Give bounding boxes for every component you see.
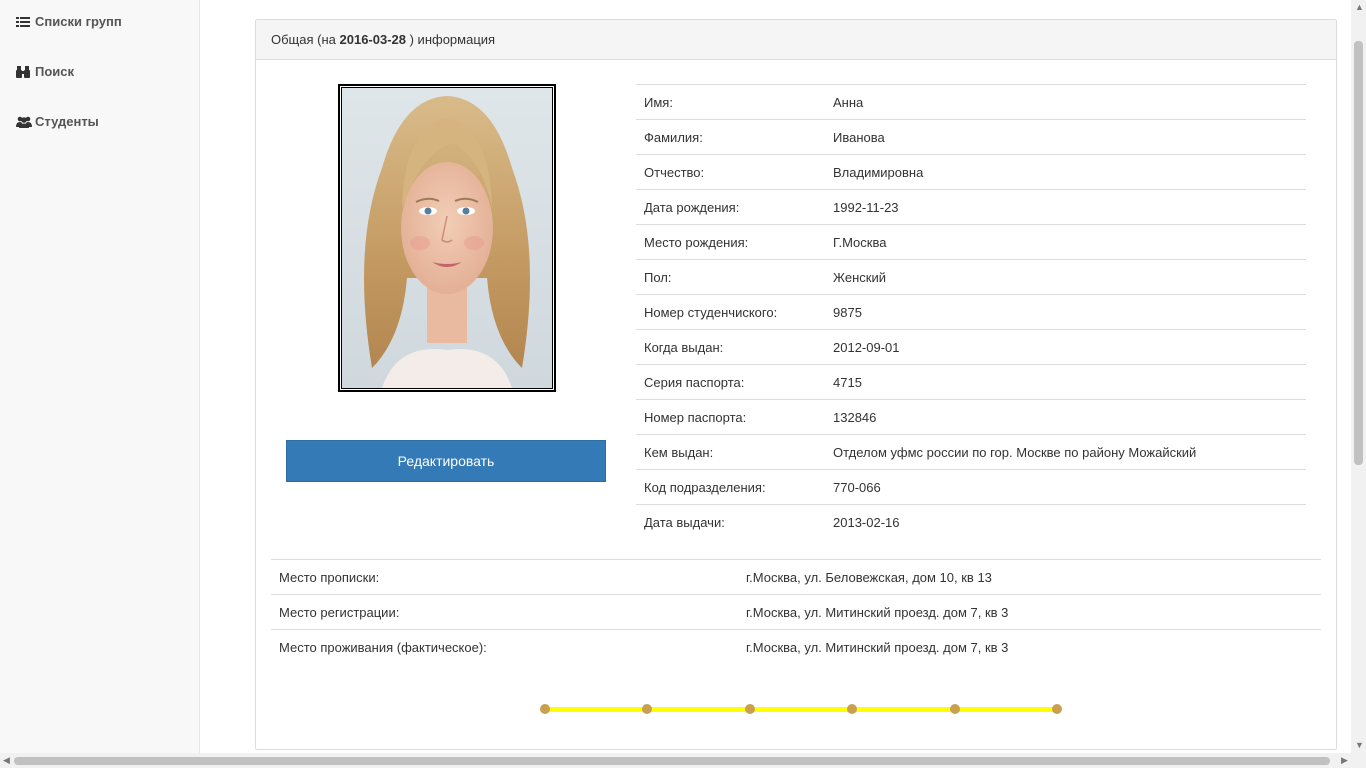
info-row: Пол: Женский [636,259,1306,295]
field-label: Пол: [636,259,825,295]
field-value: Отделом уфмс россии по гор. Москве по ра… [825,434,1306,470]
address-row: Место прописки: г.Москва, ул. Беловежская… [271,559,1321,595]
heading-date: 2016-03-28 [339,32,407,47]
field-value: 1992-11-23 [825,189,1306,225]
panel-heading: Общая (на 2016-03-28 ) информация [256,20,1336,60]
field-value: Женский [825,259,1306,295]
sidebar: Списки групп Поиск Студенты [0,0,200,753]
progress-timeline [540,704,1062,714]
field-label: Когда выдан: [636,329,825,365]
field-label: Серия паспорта: [636,364,825,400]
vertical-scrollbar[interactable]: ▲ ▼ [1351,0,1366,753]
sidebar-item-group-lists[interactable]: Списки групп [16,14,122,29]
field-label: Дата выдачи: [636,504,825,539]
info-row: Отчество: Владимировна [636,154,1306,190]
heading-suffix: ) информация [406,32,496,47]
progress-track [545,707,1057,712]
scroll-right-icon[interactable]: ▶ [1341,755,1348,766]
field-value: Г.Москва [825,224,1306,260]
scroll-down-icon[interactable]: ▼ [1355,740,1364,750]
field-label: Место проживания (фактическое): [271,629,738,664]
field-value: 2012-09-01 [825,329,1306,365]
general-info-panel: Общая (на 2016-03-28 ) информация Редакт… [255,19,1337,750]
field-label: Номер студенчиского: [636,294,825,330]
users-icon [16,115,32,129]
info-row: Место рождения: Г.Москва [636,224,1306,260]
info-row: Дата рождения: 1992-11-23 [636,189,1306,225]
scroll-up-icon[interactable]: ▲ [1355,2,1364,12]
horizontal-scrollbar[interactable]: ◀ ▶ [0,753,1366,768]
heading-prefix: Общая (на [271,32,340,47]
scroll-left-icon[interactable]: ◀ [3,755,10,766]
field-value: г.Москва, ул. Митинский проезд. дом 7, к… [738,594,1321,630]
progress-step[interactable] [847,704,858,714]
progress-step[interactable] [642,704,653,714]
field-value: г.Москва, ул. Беловежская, дом 10, кв 13 [738,559,1321,595]
info-row: Фамилия: Иванова [636,119,1306,155]
sidebar-item-label: Поиск [35,64,75,79]
info-row: Номер студенчиского: 9875 [636,294,1306,330]
address-row: Место регистрации: г.Москва, ул. Митински… [271,594,1321,630]
progress-step[interactable] [1052,704,1062,714]
field-label: Кем выдан: [636,434,825,470]
field-value: 9875 [825,294,1306,330]
sidebar-item-search[interactable]: Поиск [16,64,74,79]
field-label: Место прописки: [271,559,738,595]
progress-step[interactable] [540,704,550,714]
edit-button[interactable]: Редактировать [286,440,606,482]
info-row: Кем выдан: Отделом уфмс россии по гор. Мо… [636,434,1306,470]
field-value: Иванова [825,119,1306,155]
binoculars-icon [16,65,30,79]
sidebar-item-students[interactable]: Студенты [16,114,99,129]
horizontal-scroll-thumb[interactable] [14,757,1330,765]
field-label: Фамилия: [636,119,825,155]
info-row: Код подразделения: 770-066 [636,469,1306,505]
info-row: Когда выдан: 2012-09-01 [636,329,1306,365]
progress-step[interactable] [744,704,755,714]
info-row: Номер паспорта: 132846 [636,399,1306,435]
field-value: 132846 [825,399,1306,435]
info-row: Серия паспорта: 4715 [636,364,1306,400]
field-value: 2013-02-16 [825,504,1306,539]
field-value: 4715 [825,364,1306,400]
field-value: г.Москва, ул. Митинский проезд. дом 7, к… [738,629,1321,664]
field-label: Отчество: [636,154,825,190]
field-label: Номер паспорта: [636,399,825,435]
student-photo [338,84,556,392]
field-label: Дата рождения: [636,189,825,225]
list-icon [16,15,30,29]
field-value: Анна [825,84,1306,120]
sidebar-item-label: Списки групп [35,14,122,29]
field-value: Владимировна [825,154,1306,190]
field-label: Место рождения: [636,224,825,260]
field-label: Имя: [636,84,825,120]
vertical-scroll-thumb[interactable] [1354,41,1363,465]
sidebar-item-label: Студенты [35,114,99,129]
info-row: Имя: Анна [636,84,1306,120]
field-label: Место регистрации: [271,594,738,630]
address-row: Место проживания (фактическое): г.Москва,… [271,629,1321,664]
field-value: 770-066 [825,469,1306,505]
personal-info-table: Имя: Анна Фамилия: Иванова Отчество: Владимир… [636,84,1306,539]
info-row: Дата выдачи: 2013-02-16 [636,504,1306,539]
address-table: Место прописки: г.Москва, ул. Беловежская… [271,559,1321,664]
field-label: Код подразделения: [636,469,825,505]
progress-step[interactable] [949,704,960,714]
